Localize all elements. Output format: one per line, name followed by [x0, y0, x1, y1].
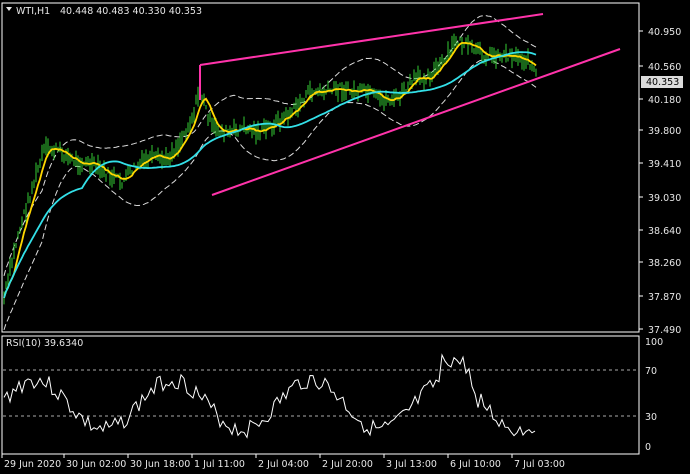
- time-tick-label: 1 Jul 11:00: [194, 459, 245, 470]
- price-tick-label: 40.180: [648, 95, 681, 106]
- ohlc-values: 40.448 40.483 40.330 40.353: [60, 6, 202, 17]
- price-tick-label: 39.030: [648, 193, 681, 204]
- time-tick-label: 2 Jul 04:00: [258, 459, 309, 470]
- price-tick-label: 37.490: [648, 325, 681, 336]
- current-price-label: 40.353: [646, 77, 679, 88]
- rsi-tick-label: 0: [645, 442, 651, 453]
- price-tick-label: 39.800: [648, 126, 681, 137]
- rsi-tick-label: 70: [645, 366, 657, 377]
- rsi-tick-label: 30: [645, 412, 657, 423]
- price-tick-label: 38.640: [648, 226, 681, 237]
- chart-background: [0, 0, 690, 474]
- time-tick-label: 29 Jun 2020: [4, 459, 61, 470]
- price-tick-label: 37.870: [648, 292, 681, 303]
- rsi-tick-label: 100: [645, 337, 663, 348]
- time-tick-label: 30 Jun 18:00: [130, 459, 190, 470]
- price-tick-label: 38.260: [648, 258, 681, 269]
- rsi-title: RSI(10) 39.6340: [6, 338, 83, 349]
- time-tick-label: 30 Jun 02:00: [66, 459, 126, 470]
- price-tick-label: 40.950: [648, 27, 681, 38]
- time-tick-label: 7 Jul 03:00: [514, 459, 565, 470]
- time-tick-label: 3 Jul 13:00: [386, 459, 437, 470]
- time-tick-label: 2 Jul 20:00: [322, 459, 373, 470]
- price-tick-label: 40.560: [648, 62, 681, 73]
- price-tick-label: 39.410: [648, 159, 681, 170]
- chart-window[interactable]: WTI,H1 40.448 40.483 40.330 40.353 40.95…: [0, 0, 690, 474]
- time-tick-label: 6 Jul 10:00: [450, 459, 501, 470]
- symbol-label: WTI,H1: [16, 6, 50, 17]
